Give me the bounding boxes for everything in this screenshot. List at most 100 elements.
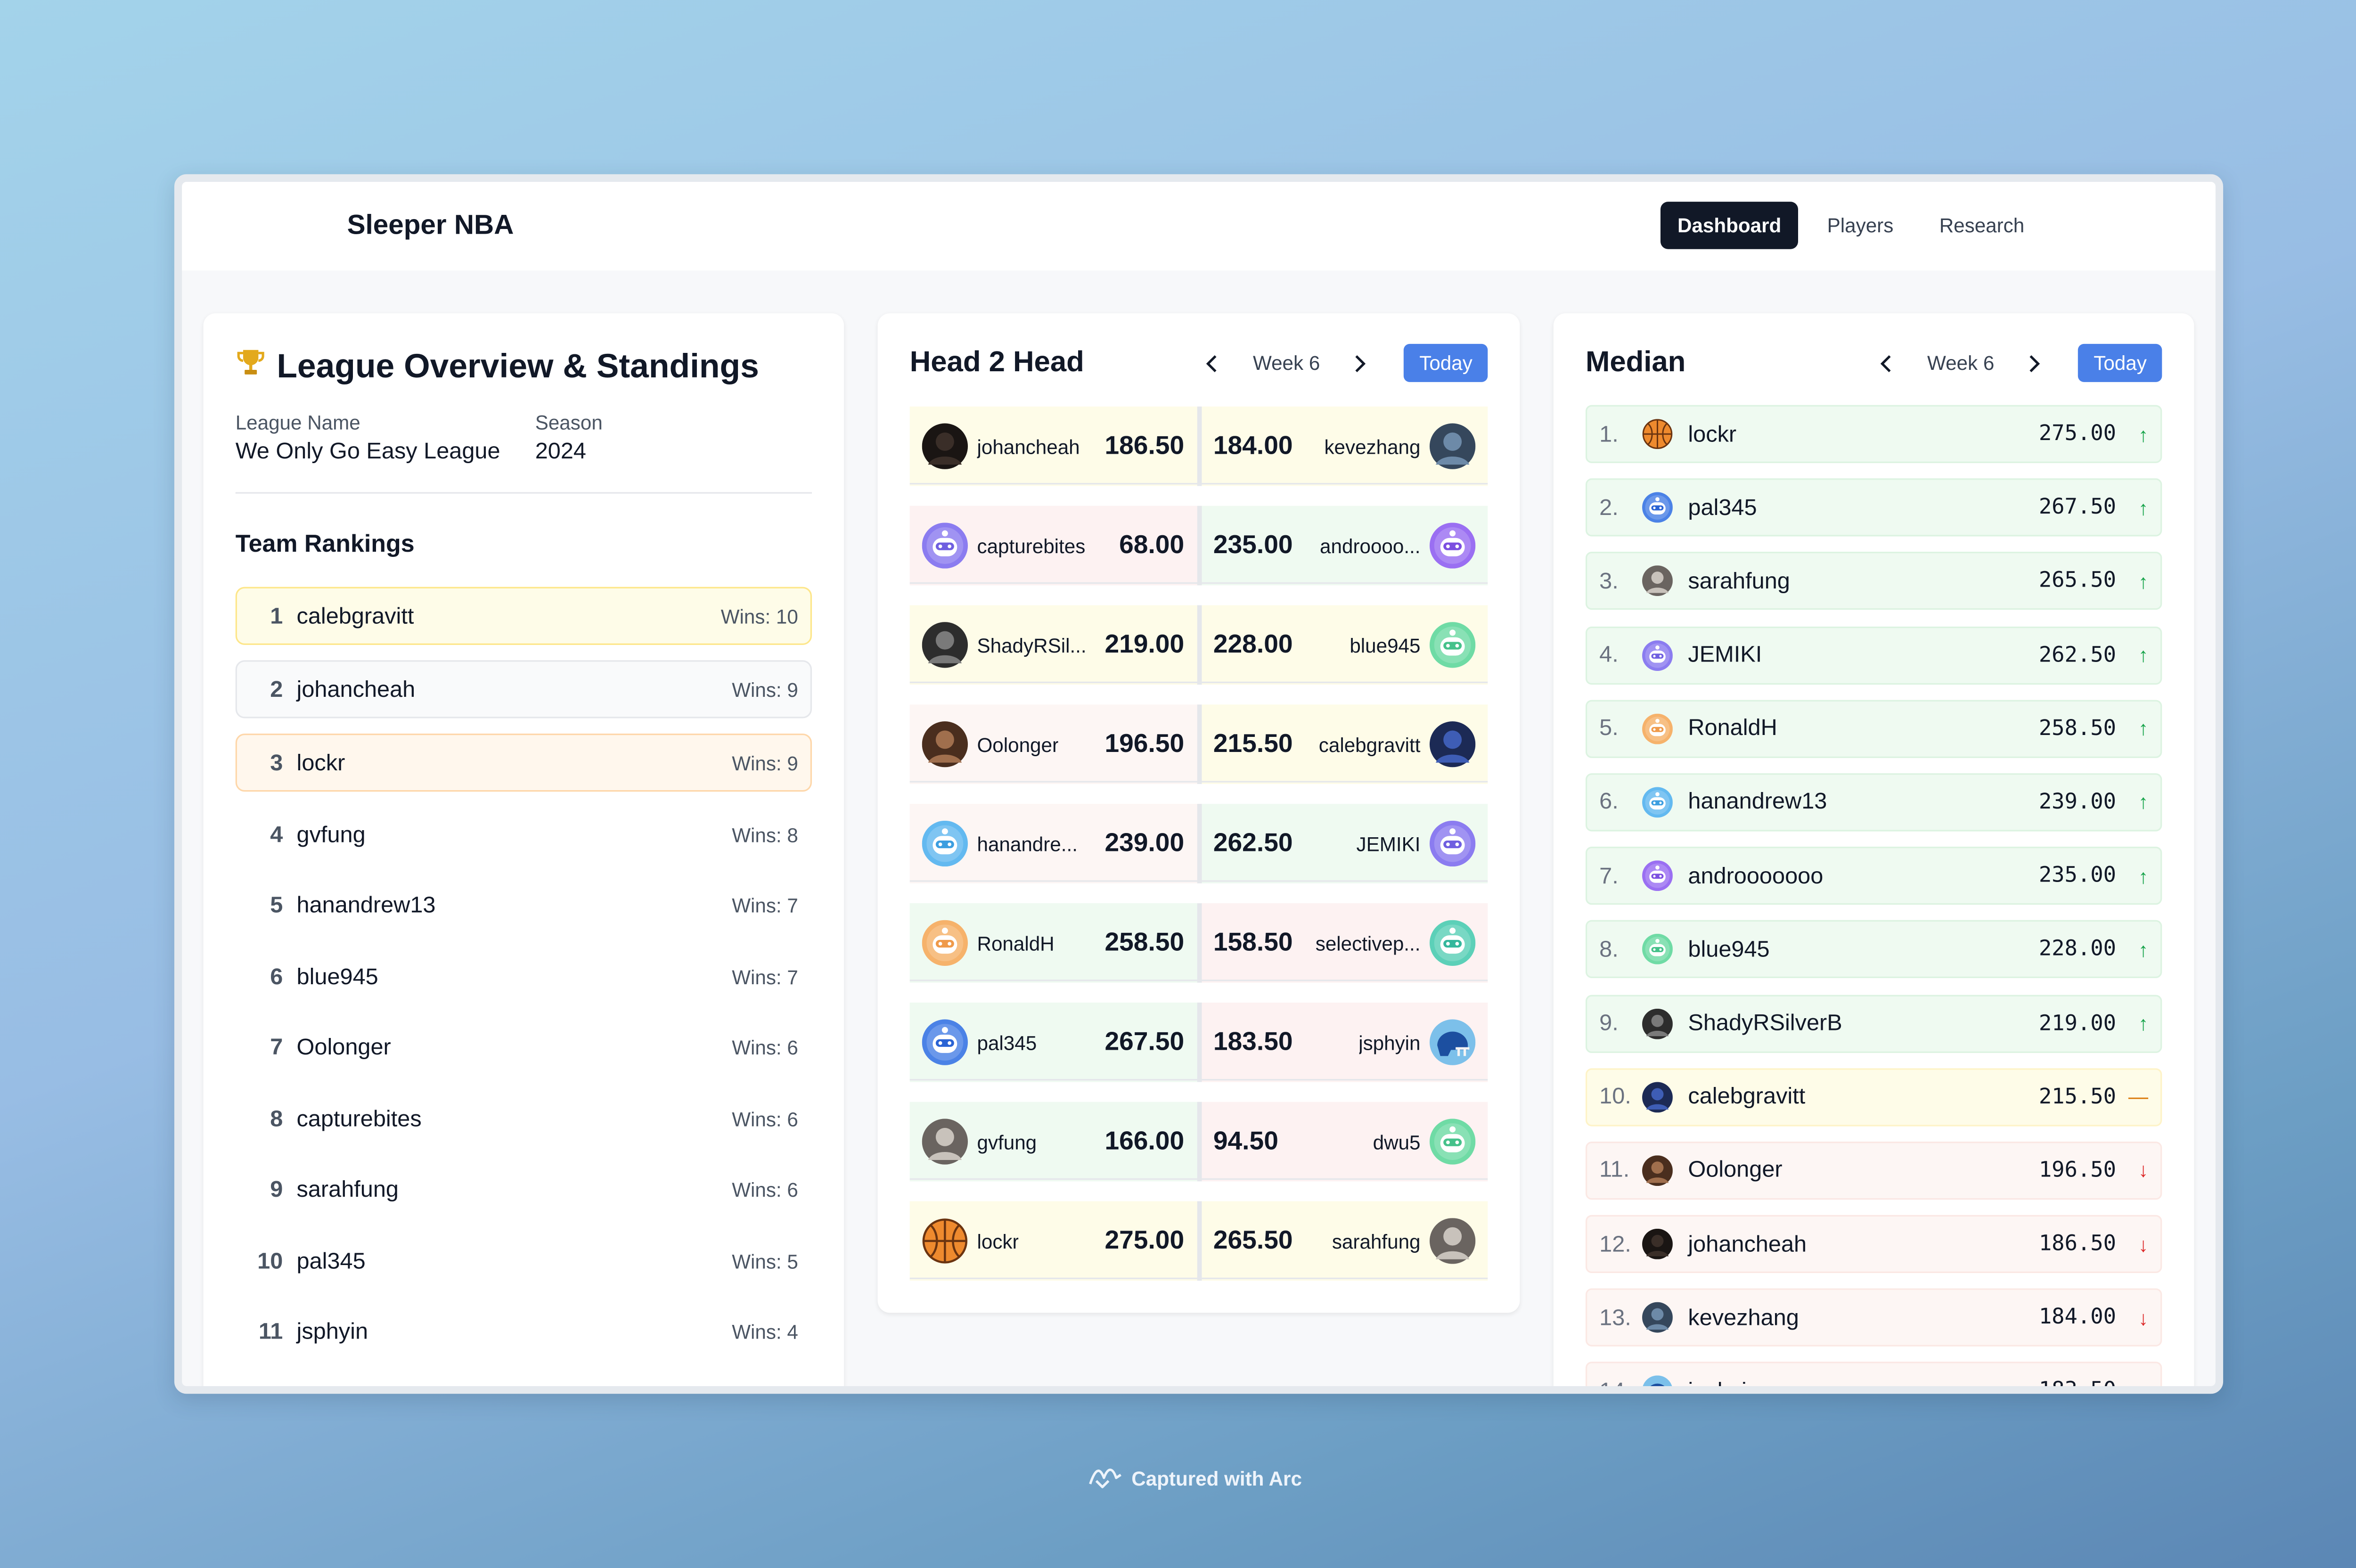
team-avatar-icon <box>1642 419 1673 449</box>
nav-research[interactable]: Research <box>1922 202 2041 249</box>
trend-up-icon: ↑ <box>2138 864 2149 888</box>
nav-players[interactable]: Players <box>1810 202 1910 249</box>
median-row[interactable]: 6. hanandrew13 239.00 ↑ <box>1585 773 2162 832</box>
median-score: 184.00 <box>2038 1305 2116 1330</box>
median-team-name: sarahfung <box>1688 568 1790 595</box>
matchup-row[interactable]: pal345 267.50 183.50 jsphyin <box>909 1002 1488 1102</box>
team-name: ShadyRSil... <box>977 633 1087 657</box>
team-avatar-icon <box>922 423 968 469</box>
brand-title[interactable]: Sleeper NBA <box>347 209 514 241</box>
team-avatar-icon <box>1642 860 1673 891</box>
team-avatar-icon <box>922 721 968 768</box>
median-row[interactable]: 13. kevezhang 184.00 ↓ <box>1585 1289 2162 1347</box>
matchup-row[interactable]: ShadyRSil... 219.00 228.00 blue945 <box>909 605 1488 705</box>
median-rank: 3. <box>1599 568 1619 595</box>
nav-dashboard[interactable]: Dashboard <box>1661 202 1799 249</box>
median-team-name: kevezhang <box>1688 1305 1799 1331</box>
arc-logo-icon <box>1087 1462 1124 1494</box>
ranking-row[interactable]: 3 lockr Wins: 9 <box>235 733 812 792</box>
team-avatar-icon <box>1642 1008 1673 1039</box>
median-row[interactable]: 9. ShadyRSilverB 219.00 ↑ <box>1585 994 2162 1053</box>
matchup-row[interactable]: capturebites 68.00 235.00 androooo... <box>909 506 1488 605</box>
median-rank: 12. <box>1599 1231 1631 1258</box>
median-row[interactable]: 11. Oolonger 196.50 ↓ <box>1585 1141 2162 1200</box>
team-avatar-icon <box>1429 721 1476 768</box>
ranking-number: 9 <box>270 1176 283 1203</box>
chevron-left-icon[interactable] <box>1195 344 1232 381</box>
ranking-number: 5 <box>270 892 283 919</box>
median-panel: Median Week 6 Today 1. lockr 275.00 ↑ 2. … <box>1553 313 2194 1387</box>
trend-up-icon: ↑ <box>2138 643 2149 667</box>
h2h-week-label: Week 6 <box>1253 351 1320 375</box>
ranking-number: 10 <box>257 1248 283 1274</box>
matchup-row[interactable]: hanandre... 239.00 262.50 JEMIKI <box>909 804 1488 903</box>
team-score: 265.50 <box>1213 1225 1293 1255</box>
ranking-row[interactable]: 8 capturebites Wins: 6 <box>236 1091 812 1146</box>
matchup-divider <box>909 781 1488 783</box>
league-title-text: League Overview & Standings <box>277 347 759 385</box>
median-week-label: Week 6 <box>1927 351 1995 375</box>
team-name: Oolonger <box>977 733 1059 756</box>
ranking-row[interactable]: 10 pal345 Wins: 5 <box>236 1233 812 1289</box>
median-row[interactable]: 8. blue945 228.00 ↑ <box>1585 920 2162 979</box>
ranking-row[interactable]: 2 johancheah Wins: 9 <box>235 660 812 719</box>
ranking-number: 3 <box>270 750 283 776</box>
team-score: 68.00 <box>1119 530 1185 560</box>
matchup-row[interactable]: gvfung 166.00 94.50 dwu5 <box>909 1102 1488 1201</box>
h2h-title: Head 2 Head <box>909 347 1084 379</box>
chevron-right-icon[interactable] <box>1342 344 1378 381</box>
median-row[interactable]: 3. sarahfung 265.50 ↑ <box>1585 552 2162 611</box>
median-row[interactable]: 7. androoooooo 235.00 ↑ <box>1585 847 2162 905</box>
team-avatar-icon <box>1642 566 1673 597</box>
median-row[interactable]: 10. calebgravitt 215.50 — <box>1585 1068 2162 1126</box>
median-title: Median <box>1585 347 1686 379</box>
matchup-row[interactable]: lockr 275.00 265.50 sarahfung <box>909 1201 1488 1301</box>
median-rank: 6. <box>1599 789 1619 816</box>
season-value: 2024 <box>535 438 587 465</box>
ranking-team-name: blue945 <box>296 964 378 990</box>
chevron-left-icon[interactable] <box>1869 344 1906 381</box>
team-name: jsphyin <box>1358 1030 1421 1054</box>
ranking-number: 1 <box>270 603 283 629</box>
team-score: 166.00 <box>1104 1126 1185 1156</box>
median-score: 239.00 <box>2038 790 2116 815</box>
matchup-divider <box>909 1277 1488 1279</box>
median-team-name: lockr <box>1688 421 1737 447</box>
ranking-wins: Wins: 7 <box>732 965 798 988</box>
matchup-row[interactable]: Oolonger 196.50 215.50 calebgravitt <box>909 704 1488 804</box>
median-row[interactable]: 5. RonaldH 258.50 ↑ <box>1585 699 2162 758</box>
team-name: hanandre... <box>977 832 1078 855</box>
median-row[interactable]: 12. johancheah 186.50 ↓ <box>1585 1215 2162 1274</box>
median-row[interactable]: 4. JEMIKI 262.50 ↑ <box>1585 626 2162 684</box>
ranking-row[interactable]: 11 jsphyin Wins: 4 <box>236 1304 812 1359</box>
matchup-row[interactable]: johancheah 186.50 184.00 kevezhang <box>909 406 1488 506</box>
ranking-row[interactable]: 9 sarahfung Wins: 6 <box>236 1162 812 1217</box>
matchup-row[interactable]: RonaldH 258.50 158.50 selectivep... <box>909 903 1488 1003</box>
median-row[interactable]: 2. pal345 267.50 ↑ <box>1585 478 2162 537</box>
team-avatar-icon <box>1642 713 1673 744</box>
matchup-right-team: 94.50 dwu5 <box>1201 1102 1488 1182</box>
main-nav: Dashboard Players Research <box>1661 202 2041 249</box>
median-rank: 8. <box>1599 936 1619 963</box>
ranking-row[interactable]: 6 blue945 Wins: 7 <box>236 949 812 1004</box>
ranking-row[interactable]: 5 hanandrew13 Wins: 7 <box>236 878 812 933</box>
team-score: 267.50 <box>1104 1027 1185 1056</box>
median-row[interactable]: 1. lockr 275.00 ↑ <box>1585 405 2162 463</box>
median-score: 219.00 <box>2038 1011 2116 1036</box>
median-row[interactable]: 14. jsphyin 183.50 ↓ <box>1585 1362 2162 1387</box>
median-team-name: androoooooo <box>1688 863 1824 889</box>
ranking-wins: Wins: 8 <box>732 823 798 846</box>
h2h-today-button[interactable]: Today <box>1404 343 1488 382</box>
ranking-row[interactable]: 1 calebgravitt Wins: 10 <box>235 587 812 645</box>
trend-flat-icon: — <box>2128 1085 2149 1109</box>
team-avatar-icon <box>1642 492 1673 523</box>
ranking-row[interactable]: 4 gvfung Wins: 8 <box>236 807 812 862</box>
matchup-divider <box>909 582 1488 584</box>
median-today-button[interactable]: Today <box>2078 343 2162 382</box>
chevron-right-icon[interactable] <box>2016 344 2053 381</box>
ranking-wins: Wins: 6 <box>732 1178 798 1201</box>
ranking-number: 7 <box>270 1034 283 1061</box>
ranking-row[interactable]: 7 Oolonger Wins: 6 <box>236 1020 812 1075</box>
median-score: 228.00 <box>2038 937 2116 962</box>
team-avatar-icon <box>1429 1218 1476 1264</box>
